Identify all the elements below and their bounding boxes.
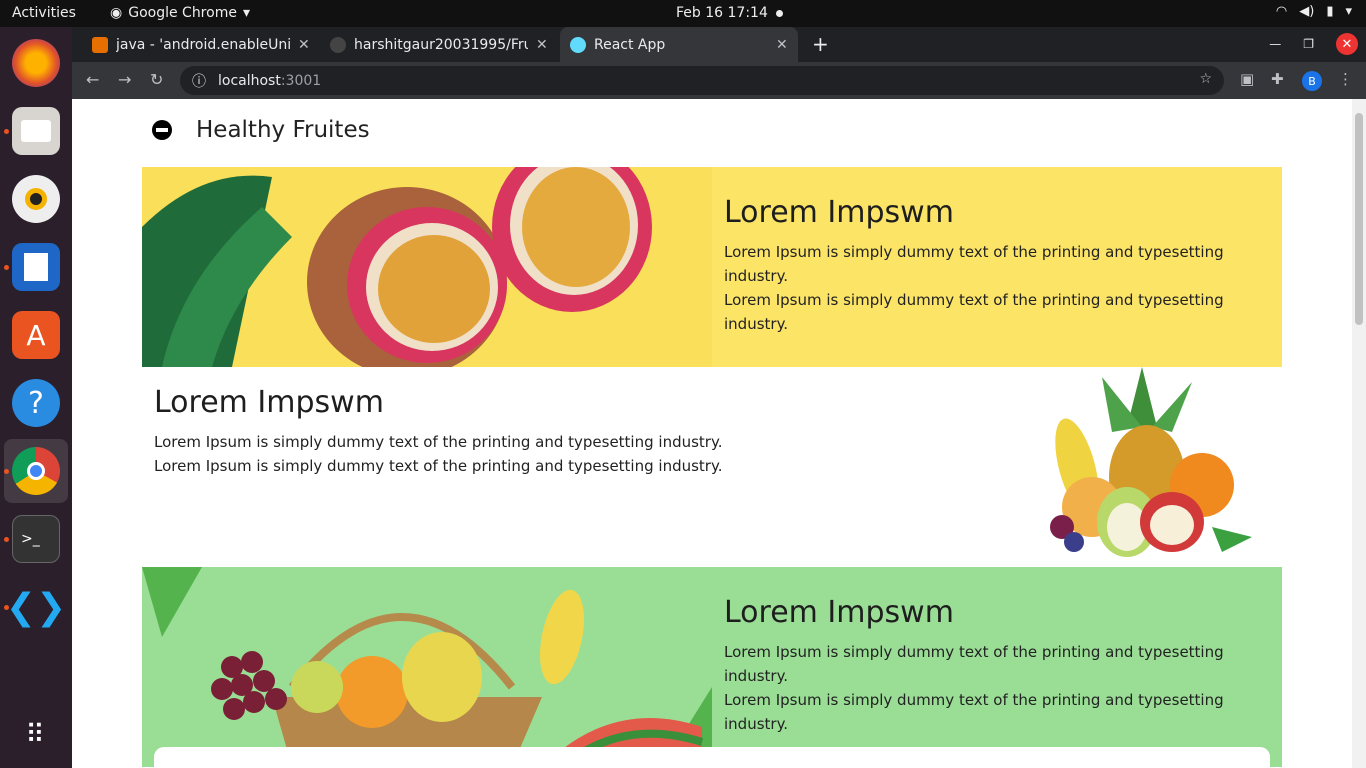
clock[interactable]: Feb 16 17:14 xyxy=(676,5,768,21)
banner-fruit-basket: Lorem Impswm Lorem Ipsum is simply dummy… xyxy=(142,567,1282,767)
rhythmbox-icon[interactable] xyxy=(12,175,60,223)
gnome-top-bar: Activities ◉ Google Chrome ▾ Feb 16 17:1… xyxy=(0,0,1366,27)
running-indicator xyxy=(4,129,9,134)
restore-icon[interactable]: ❐ xyxy=(1303,37,1314,51)
github-favicon-icon xyxy=(330,36,346,53)
content-card xyxy=(154,747,1270,768)
tab-strip: java - 'android.enableUnit ✕ harshitgaur… xyxy=(72,27,1366,62)
chevron-down-icon: ▾ xyxy=(1345,4,1352,19)
terminal-icon[interactable]: >_ xyxy=(12,515,60,563)
puzzle-icon[interactable]: ✚ xyxy=(1271,70,1284,88)
section-heading: Lorem Impswm xyxy=(724,195,954,230)
back-icon[interactable]: ← xyxy=(86,70,99,89)
react-favicon-icon xyxy=(570,36,586,53)
help-icon[interactable]: ? xyxy=(12,379,60,427)
url-port: :3001 xyxy=(280,72,322,89)
fruit-basket-image xyxy=(142,567,712,767)
app-menu[interactable]: ◉ Google Chrome ▾ xyxy=(110,5,250,21)
reload-icon[interactable]: ↻ xyxy=(150,70,163,89)
section-heading: Lorem Impswm xyxy=(154,385,384,420)
scrollbar-thumb[interactable] xyxy=(1355,113,1363,325)
tab-github[interactable]: harshitgaur20031995/Fru ✕ xyxy=(320,27,558,62)
new-tab-button[interactable]: + xyxy=(812,32,829,56)
firefox-icon[interactable] xyxy=(12,39,60,87)
app-grid-icon[interactable]: ⠿ xyxy=(12,711,60,759)
close-icon[interactable]: ✕ xyxy=(776,37,788,53)
section-text: Lorem Impswm Lorem Ipsum is simply dummy… xyxy=(154,385,722,478)
chrome-small-icon: ◉ xyxy=(110,5,123,21)
forward-icon[interactable]: → xyxy=(118,70,131,89)
files-icon[interactable] xyxy=(12,107,60,155)
kebab-menu-icon[interactable]: ⋮ xyxy=(1338,70,1353,88)
passion-fruit-image xyxy=(142,167,712,367)
window-controls: — ❐ ✕ xyxy=(1269,33,1358,55)
chrome-window: java - 'android.enableUnit ✕ harshitgaur… xyxy=(72,27,1366,768)
close-window-button[interactable]: ✕ xyxy=(1336,33,1358,55)
section-line: Lorem Ipsum is simply dummy text of the … xyxy=(154,457,723,475)
section-line: Lorem Ipsum is simply dummy text of the … xyxy=(154,433,723,451)
stackoverflow-favicon-icon xyxy=(92,36,108,53)
running-indicator xyxy=(4,605,9,610)
tab-java[interactable]: java - 'android.enableUnit ✕ xyxy=(82,27,320,62)
tab-title: harshitgaur20031995/Fru xyxy=(354,36,528,53)
tab-react-app[interactable]: React App ✕ xyxy=(560,27,798,62)
address-bar[interactable]: ⓘ localhost:3001 ☆ xyxy=(180,66,1224,95)
running-indicator xyxy=(4,537,9,542)
vscode-icon[interactable]: ❮❯ xyxy=(6,583,66,631)
page-viewport: Healthy Fruites Lorem Impswm Lorem Ipsum… xyxy=(72,99,1366,768)
section-line: Lorem Ipsum is simply dummy text of the … xyxy=(724,643,1224,685)
software-center-icon[interactable]: A xyxy=(12,311,60,359)
url-host: localhost xyxy=(218,72,281,89)
browser-toolbar: ← → ↻ ⓘ localhost:3001 ☆ ▣ ✚ B ⋮ xyxy=(72,62,1366,99)
close-icon[interactable]: ✕ xyxy=(536,37,548,53)
mixed-fruits-image xyxy=(1032,367,1262,567)
battery-icon: ▮ xyxy=(1326,4,1334,19)
banner-passion-fruit: Lorem Impswm Lorem Ipsum is simply dummy… xyxy=(142,167,1282,367)
activities-button[interactable]: Activities xyxy=(12,5,76,21)
dock: A ? >_ ❮❯ ⠿ xyxy=(0,27,72,768)
running-indicator xyxy=(4,265,9,270)
minimize-icon[interactable]: — xyxy=(1269,37,1281,51)
section-line: Lorem Ipsum is simply dummy text of the … xyxy=(724,291,1224,333)
page-scrollbar[interactable] xyxy=(1352,99,1366,768)
close-icon[interactable]: ✕ xyxy=(298,37,310,53)
chrome-icon[interactable] xyxy=(12,447,60,495)
minus-circle-icon[interactable] xyxy=(152,120,172,140)
tab-title: React App xyxy=(594,36,666,53)
wifi-icon: ◠ xyxy=(1275,4,1288,19)
chevron-down-icon: ▾ xyxy=(242,5,250,21)
site-title: Healthy Fruites xyxy=(196,117,370,143)
banner-mixed-fruits: Lorem Impswm Lorem Ipsum is simply dummy… xyxy=(142,367,1282,567)
section-text: Lorem Impswm Lorem Ipsum is simply dummy… xyxy=(724,595,1282,736)
site-header: Healthy Fruites xyxy=(152,117,370,143)
section-text: Lorem Impswm Lorem Ipsum is simply dummy… xyxy=(724,195,1282,336)
volume-icon: ◀) xyxy=(1299,4,1315,19)
notification-dot-icon xyxy=(776,10,783,17)
section-line: Lorem Ipsum is simply dummy text of the … xyxy=(724,691,1224,733)
section-heading: Lorem Impswm xyxy=(724,595,954,630)
writer-icon[interactable] xyxy=(12,243,60,291)
profile-avatar[interactable]: B xyxy=(1302,71,1322,91)
section-line: Lorem Ipsum is simply dummy text of the … xyxy=(724,243,1224,285)
system-tray[interactable]: ◠ ◀) ▮ ▾ xyxy=(1276,4,1352,19)
extension-icon[interactable]: ▣ xyxy=(1240,70,1254,88)
running-indicator xyxy=(4,469,9,474)
bookmark-star-icon[interactable]: ☆ xyxy=(1199,71,1212,87)
app-menu-label: Google Chrome xyxy=(128,5,237,21)
info-icon[interactable]: ⓘ xyxy=(192,71,206,91)
tab-title: java - 'android.enableUnit xyxy=(116,36,290,53)
